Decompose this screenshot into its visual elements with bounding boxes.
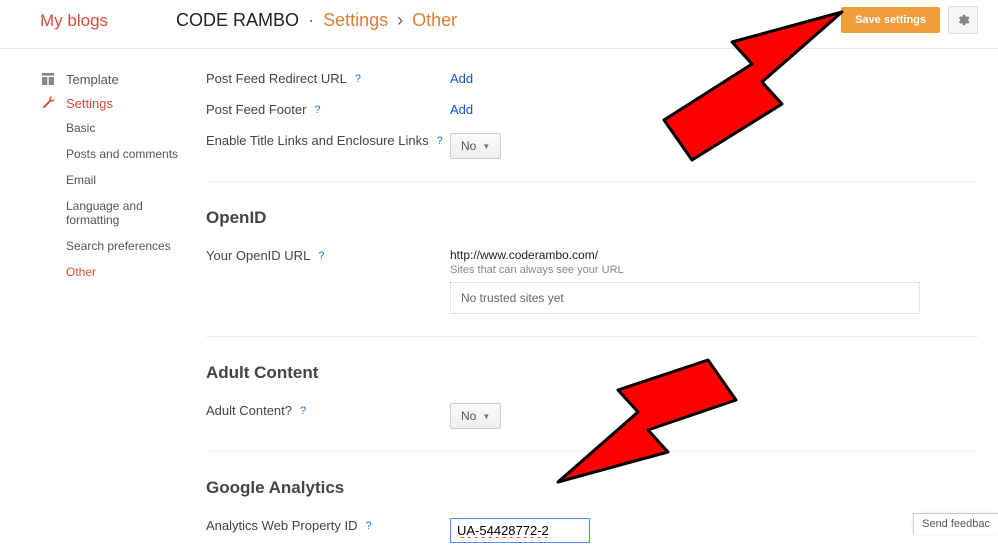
subnav-lang[interactable]: Language and formatting: [66, 193, 198, 233]
add-footer-link[interactable]: Add: [450, 102, 473, 117]
sidebar: Template Settings Basic Posts and commen…: [0, 49, 198, 551]
row-label: Analytics Web Property ID ?: [206, 518, 450, 533]
chevron-down-icon: ▼: [482, 412, 490, 421]
help-icon[interactable]: ?: [437, 135, 443, 147]
subnav-posts[interactable]: Posts and comments: [66, 141, 198, 167]
breadcrumb-other[interactable]: Other: [412, 10, 457, 30]
label-text: Post Feed Redirect URL: [206, 71, 347, 86]
select-value: No: [461, 139, 476, 153]
send-feedback-button[interactable]: Send feedbac: [913, 513, 998, 534]
chevron-down-icon: ▼: [482, 142, 490, 151]
row-openid: Your OpenID URL ? http://www.coderambo.c…: [206, 240, 978, 322]
help-icon[interactable]: ?: [355, 73, 361, 85]
openid-subtext: Sites that can always see your URL: [450, 264, 978, 276]
header-bar: My blogs CODE RAMBO · Settings › Other S…: [0, 0, 998, 49]
row-feed-footer: Post Feed Footer ? Add: [206, 94, 978, 125]
breadcrumb-blog: CODE RAMBO: [176, 10, 299, 30]
openid-url: http://www.coderambo.com/: [450, 248, 978, 262]
breadcrumb-sep: ›: [397, 10, 403, 30]
help-icon[interactable]: ?: [318, 250, 324, 262]
sidebar-label: Settings: [66, 96, 113, 111]
section-analytics: Google Analytics: [206, 452, 978, 510]
save-settings-button[interactable]: Save settings: [841, 7, 940, 33]
help-icon[interactable]: ?: [300, 405, 306, 417]
analytics-id-input[interactable]: [450, 518, 590, 543]
sidebar-label: Template: [66, 72, 119, 87]
row-label: Post Feed Redirect URL ?: [206, 71, 450, 86]
breadcrumb: CODE RAMBO · Settings › Other: [176, 10, 457, 31]
breadcrumb-sep: ·: [308, 10, 314, 30]
content-area: Post Feed Redirect URL ? Add Post Feed F…: [198, 49, 998, 551]
subnav-email[interactable]: Email: [66, 167, 198, 193]
label-text: Your OpenID URL: [206, 248, 310, 263]
openid-value: http://www.coderambo.com/ Sites that can…: [450, 248, 978, 314]
sidebar-item-settings[interactable]: Settings: [40, 91, 198, 115]
main-layout: Template Settings Basic Posts and commen…: [0, 49, 998, 551]
label-text: Enable Title Links and Enclosure Links: [206, 133, 429, 148]
subnav-search[interactable]: Search preferences: [66, 233, 198, 259]
row-feed-redirect: Post Feed Redirect URL ? Add: [206, 63, 978, 94]
select-value: No: [461, 409, 476, 423]
breadcrumb-settings[interactable]: Settings: [323, 10, 388, 30]
row-label: Post Feed Footer ?: [206, 102, 450, 117]
settings-gear-button[interactable]: [948, 6, 978, 34]
help-icon[interactable]: ?: [314, 104, 320, 116]
help-icon[interactable]: ?: [365, 520, 371, 532]
header-right: Save settings: [841, 6, 978, 34]
label-text: Analytics Web Property ID: [206, 518, 357, 533]
add-redirect-link[interactable]: Add: [450, 71, 473, 86]
section-openid: OpenID: [206, 182, 978, 240]
sidebar-subnav: Basic Posts and comments Email Language …: [40, 115, 198, 285]
wrench-icon: [40, 95, 56, 111]
row-adult: Adult Content? ? No ▼: [206, 395, 978, 437]
trusted-sites-box: No trusted sites yet: [450, 282, 920, 314]
row-analytics: Analytics Web Property ID ?: [206, 510, 978, 551]
enclosure-select[interactable]: No ▼: [450, 133, 501, 159]
row-enclosure: Enable Title Links and Enclosure Links ?…: [206, 125, 978, 167]
row-label: Your OpenID URL ?: [206, 248, 450, 263]
row-label: Enable Title Links and Enclosure Links ?: [206, 133, 450, 148]
label-text: Adult Content?: [206, 403, 292, 418]
my-blogs-link[interactable]: My blogs: [40, 11, 108, 31]
sidebar-item-template[interactable]: Template: [40, 67, 198, 91]
row-label: Adult Content? ?: [206, 403, 450, 418]
label-text: Post Feed Footer: [206, 102, 306, 117]
gear-icon: [956, 13, 970, 27]
section-adult: Adult Content: [206, 337, 978, 395]
header-left: My blogs CODE RAMBO · Settings › Other: [40, 10, 457, 31]
subnav-other[interactable]: Other: [66, 259, 198, 285]
adult-select[interactable]: No ▼: [450, 403, 501, 429]
subnav-basic[interactable]: Basic: [66, 115, 198, 141]
template-icon: [40, 71, 56, 87]
